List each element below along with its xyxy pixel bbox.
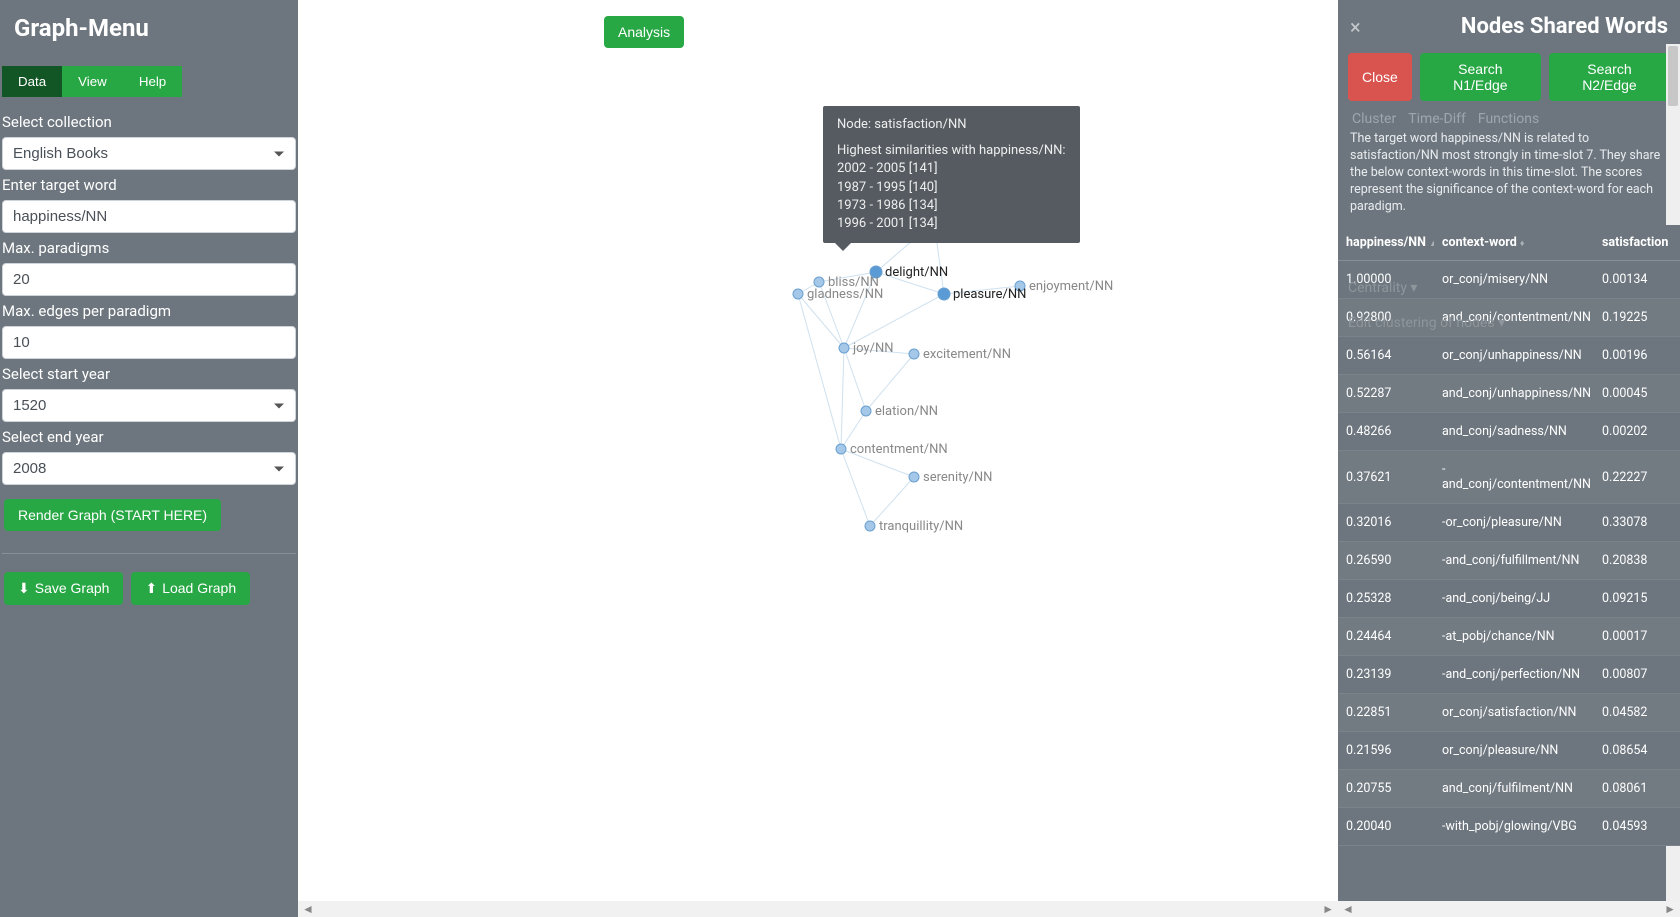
right-sidebar: × Nodes Shared Words Close Search N1/Edg… bbox=[1338, 0, 1680, 917]
graph-node[interactable] bbox=[909, 472, 919, 482]
table-row[interactable]: 0.22851or_conj/satisfaction/NN0.04582 bbox=[1338, 694, 1680, 732]
input-max-paradigms[interactable] bbox=[2, 263, 296, 296]
ghost-clustering: Edit clustering of nodes ▾ bbox=[1348, 315, 1505, 331]
tab-view[interactable]: View bbox=[62, 66, 123, 97]
close-button[interactable]: Close bbox=[1348, 53, 1412, 101]
graph-edge bbox=[841, 449, 870, 526]
table-row[interactable]: 0.26590-and_conj/fulfillment/NN0.20838 bbox=[1338, 542, 1680, 580]
shared-words-table-wrap[interactable]: Centrality ▾ Edit clustering of nodes ▾ … bbox=[1338, 225, 1680, 901]
scroll-left-icon[interactable]: ◄ bbox=[302, 902, 314, 916]
graph-node-label: contentment/NN bbox=[850, 442, 948, 457]
table-row[interactable]: 0.24464-at_pobj/chance/NN0.00017 bbox=[1338, 618, 1680, 656]
load-graph-button[interactable]: ⬆Load Graph bbox=[131, 572, 250, 605]
graph-edge bbox=[841, 348, 844, 449]
table-row[interactable]: 0.21596or_conj/pleasure/NN0.08654 bbox=[1338, 732, 1680, 770]
table-row[interactable]: 0.20040-with_pobj/glowing/VBG0.04593 bbox=[1338, 808, 1680, 846]
graph-node[interactable] bbox=[865, 521, 875, 531]
graph-node[interactable] bbox=[836, 444, 846, 454]
table-row[interactable]: 0.23139-and_conj/perfection/NN0.00807 bbox=[1338, 656, 1680, 694]
select-start-year[interactable]: 1520 bbox=[2, 389, 296, 422]
label-target: Enter target word bbox=[2, 176, 296, 194]
search-n2-button[interactable]: Search N2/Edge bbox=[1549, 53, 1670, 101]
graph-node-label: joy/NN bbox=[852, 341, 894, 356]
render-graph-button[interactable]: Render Graph (START HERE) bbox=[4, 499, 221, 531]
table-row[interactable]: 0.37621-and_conj/contentment/NN0.22227 bbox=[1338, 451, 1680, 504]
graph-edge bbox=[844, 348, 866, 411]
graph-node[interactable] bbox=[861, 406, 871, 416]
select-collection[interactable]: English Books bbox=[2, 137, 296, 170]
graph-node[interactable] bbox=[793, 289, 803, 299]
label-max-paradigms: Max. paradigms bbox=[2, 239, 296, 257]
tab-help[interactable]: Help bbox=[123, 66, 182, 97]
right-panel-title: Nodes Shared Words bbox=[1461, 14, 1668, 39]
ghost-tabs: Cluster Time-Diff Functions bbox=[1338, 111, 1680, 127]
tooltip-subtitle: Highest similarities with happiness/NN: bbox=[837, 142, 1066, 160]
search-n1-button[interactable]: Search N1/Edge bbox=[1420, 53, 1541, 101]
table-row[interactable]: 0.48266and_conj/sadness/NN0.00202 bbox=[1338, 413, 1680, 451]
upload-icon: ⬆ bbox=[145, 580, 157, 597]
graph-edge bbox=[844, 294, 944, 348]
right-description: The target word happiness/NN is related … bbox=[1338, 127, 1680, 225]
graph-node-label: delight/NN bbox=[885, 265, 948, 280]
analysis-button[interactable]: Analysis bbox=[604, 16, 684, 48]
label-collection: Select collection bbox=[2, 113, 296, 131]
graph-edge bbox=[798, 294, 844, 348]
col-header-context[interactable]: context-word♦ bbox=[1434, 225, 1594, 261]
scroll-left-icon[interactable]: ◄ bbox=[1342, 902, 1354, 916]
select-end-year[interactable]: 2008 bbox=[2, 452, 296, 485]
scroll-right-icon[interactable]: ► bbox=[1664, 902, 1676, 916]
graph-edge bbox=[866, 354, 914, 411]
graph-node[interactable] bbox=[909, 349, 919, 359]
col-header-happiness[interactable]: happiness/NN▲▼ bbox=[1338, 225, 1434, 261]
sidebar-title: Graph-Menu bbox=[0, 0, 298, 50]
tooltip-title: Node: satisfaction/NN bbox=[837, 116, 1066, 134]
scroll-right-icon[interactable]: ► bbox=[1322, 902, 1334, 916]
input-max-edges[interactable] bbox=[2, 326, 296, 359]
tab-data[interactable]: Data bbox=[2, 66, 62, 97]
save-graph-button[interactable]: ⬇Save Graph bbox=[4, 572, 123, 605]
graph-node-label: tranquillity/NN bbox=[879, 519, 963, 534]
ghost-centrality: Centrality ▾ bbox=[1348, 280, 1417, 296]
table-row[interactable]: 0.52287and_conj/unhappiness/NN0.00045 bbox=[1338, 375, 1680, 413]
left-sidebar: Graph-Menu Data View Help Select collect… bbox=[0, 0, 298, 917]
graph-node-label: pleasure/NN bbox=[953, 287, 1026, 302]
close-icon[interactable]: × bbox=[1350, 15, 1361, 39]
graph-canvas[interactable]: Analysis satisfaction/NNdelight/NNenjoym… bbox=[298, 0, 1338, 917]
sidebar-tabs: Data View Help bbox=[0, 50, 298, 97]
label-start-year: Select start year bbox=[2, 365, 296, 383]
graph-node-label: gladness/NN bbox=[807, 287, 883, 302]
graph-node[interactable] bbox=[938, 288, 950, 300]
graph-node[interactable] bbox=[814, 277, 824, 287]
tooltip-line: 1973 - 1986 [134] bbox=[837, 197, 1066, 215]
table-row[interactable]: 0.32016-or_conj/pleasure/NN0.33078 bbox=[1338, 504, 1680, 542]
graph-node-label: enjoyment/NN bbox=[1029, 279, 1113, 294]
table-row[interactable]: 0.20755and_conj/fulfilment/NN0.08061 bbox=[1338, 770, 1680, 808]
label-max-edges: Max. edges per paradigm bbox=[2, 302, 296, 320]
tooltip-line: 2002 - 2005 [141] bbox=[837, 160, 1066, 178]
graph-node-label: elation/NN bbox=[875, 404, 938, 419]
table-row[interactable]: 0.56164or_conj/unhappiness/NN0.00196 bbox=[1338, 337, 1680, 375]
table-row[interactable]: 0.25328-and_conj/being/JJ0.09215 bbox=[1338, 580, 1680, 618]
horizontal-scrollbar[interactable]: ◄► bbox=[1338, 901, 1680, 917]
sort-icon: ♦ bbox=[1520, 239, 1525, 249]
graph-node-label: serenity/NN bbox=[923, 470, 992, 485]
input-target-word[interactable] bbox=[2, 200, 296, 233]
graph-node-label: excitement/NN bbox=[923, 347, 1011, 362]
tooltip-line: 1996 - 2001 [134] bbox=[837, 215, 1066, 233]
horizontal-scrollbar[interactable]: ◄► bbox=[298, 901, 1338, 917]
graph-node[interactable] bbox=[839, 343, 849, 353]
download-icon: ⬇ bbox=[18, 580, 30, 597]
col-header-satisfaction[interactable]: satisfaction bbox=[1594, 225, 1680, 261]
graph-edge bbox=[798, 294, 841, 449]
label-end-year: Select end year bbox=[2, 428, 296, 446]
tooltip-line: 1987 - 1995 [140] bbox=[837, 179, 1066, 197]
node-tooltip: Node: satisfaction/NN Highest similariti… bbox=[823, 106, 1080, 243]
